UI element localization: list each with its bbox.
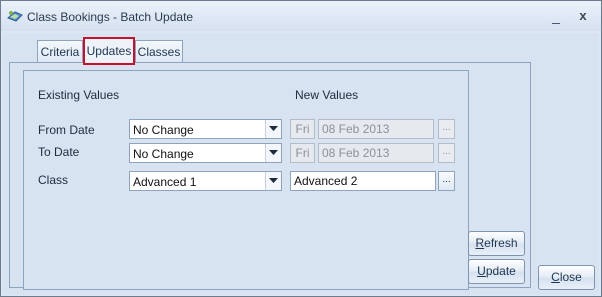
dropdown-arrow-icon[interactable] [265, 144, 281, 162]
from-date-new-field[interactable]: 08 Feb 2013 [318, 119, 434, 139]
dropdown-arrow-icon[interactable] [265, 172, 281, 190]
app-icon [7, 11, 23, 22]
from-date-existing-value: No Change [133, 123, 194, 137]
from-date-label: From Date [38, 123, 95, 137]
class-existing-select[interactable]: Advanced 1 [129, 171, 282, 191]
minimize-icon[interactable]: _ [548, 9, 564, 23]
title-bar[interactable]: Class Bookings - Batch Update _ x [1, 1, 601, 31]
tab-updates[interactable]: Updates [83, 37, 135, 65]
window-title: Class Bookings - Batch Update [27, 10, 194, 24]
to-date-existing-value: No Change [133, 147, 194, 161]
class-new-field[interactable]: Advanced 2 [290, 171, 436, 191]
close-label: lose [559, 270, 582, 284]
to-date-picker-button[interactable]: ... [438, 143, 455, 163]
class-picker-button[interactable]: ... [438, 171, 455, 191]
to-date-label: To Date [38, 145, 80, 159]
refresh-label: efresh [484, 236, 518, 250]
tab-criteria[interactable]: Criteria [37, 40, 83, 62]
to-date-day: Fri [290, 143, 315, 163]
from-date-picker-button[interactable]: ... [438, 119, 455, 139]
new-values-header: New Values [295, 88, 359, 102]
class-label: Class [38, 173, 69, 187]
dropdown-arrow-icon[interactable] [265, 120, 281, 138]
update-label: pdate [485, 264, 516, 278]
close-mnemonic: C [551, 270, 560, 284]
updates-group: Existing Values New Values From Date No … [23, 70, 469, 290]
to-date-existing-select[interactable]: No Change [129, 143, 282, 163]
existing-values-header: Existing Values [38, 88, 120, 102]
refresh-button[interactable]: Refresh [468, 231, 525, 256]
update-mnemonic: U [477, 264, 486, 278]
update-button[interactable]: Update [468, 259, 525, 284]
from-date-day: Fri [290, 119, 315, 139]
from-date-existing-select[interactable]: No Change [129, 119, 282, 139]
tab-classes[interactable]: Classes [135, 40, 183, 62]
to-date-new-field[interactable]: 08 Feb 2013 [318, 143, 434, 163]
batch-update-window: Class Bookings - Batch Update _ x Criter… [0, 0, 602, 297]
refresh-mnemonic: R [475, 236, 485, 250]
close-button[interactable]: Close [538, 265, 595, 290]
close-icon[interactable]: x [575, 9, 591, 23]
class-existing-value: Advanced 1 [133, 175, 197, 189]
client-area: Criteria Updates Classes Existing Values… [3, 33, 599, 295]
updates-tab-panel: Existing Values New Values From Date No … [9, 62, 531, 290]
